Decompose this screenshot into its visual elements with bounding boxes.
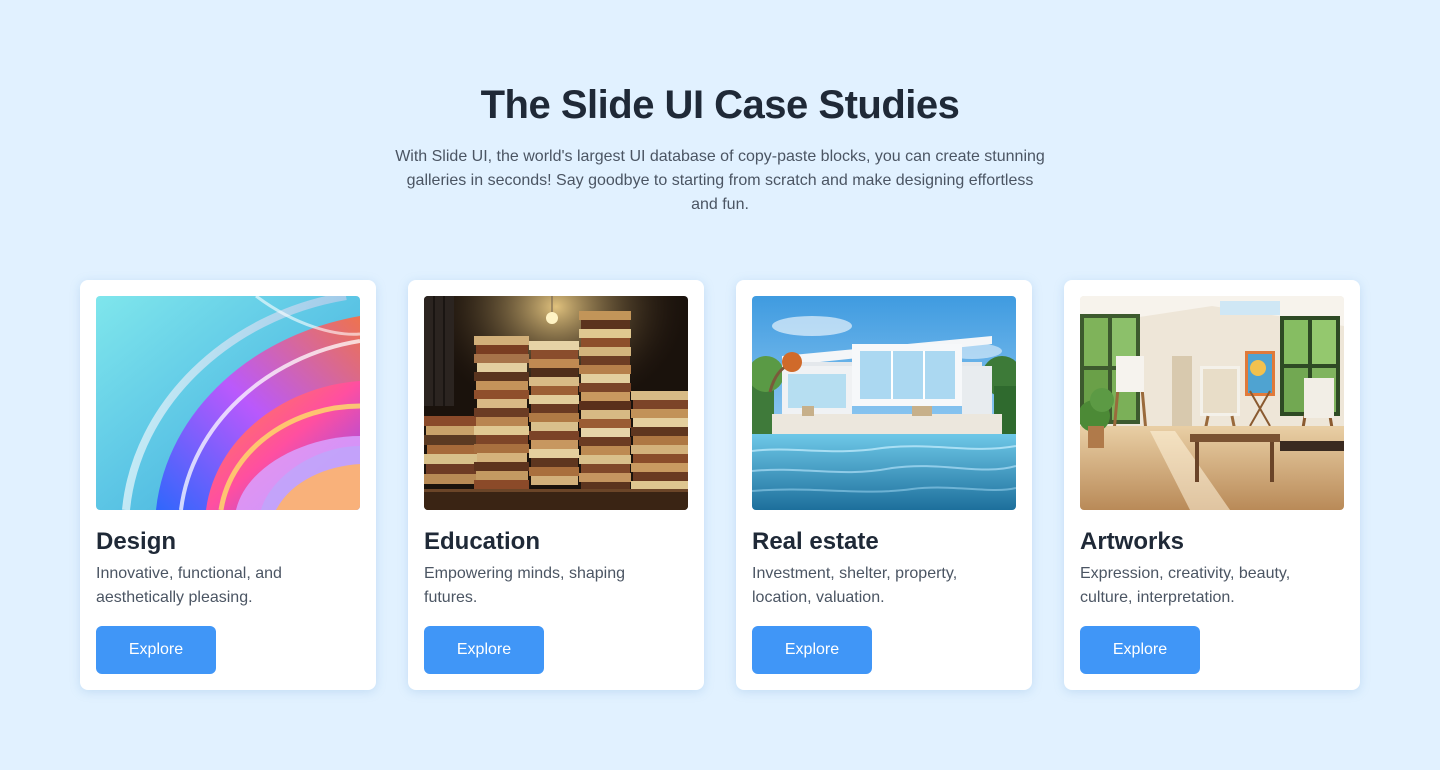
card-title: Education <box>424 528 541 555</box>
explore-button-artworks[interactable]: Explore <box>1080 626 1200 674</box>
page-title: The Slide UI Case Studies <box>480 83 960 127</box>
art-studio-image <box>1080 296 1344 510</box>
abstract-glass-swirl-image <box>96 296 360 510</box>
card-title: Design <box>96 528 177 555</box>
case-study-card-design: Design Innovative, functional, and aesth… <box>80 280 376 690</box>
modern-villa-pool-image <box>752 296 1016 510</box>
case-study-card-real-estate: Real estate Investment, shelter, propert… <box>736 280 1032 690</box>
page-subtitle: With Slide UI, the world's largest UI da… <box>395 148 1045 213</box>
card-description: Innovative, functional, and aestheticall… <box>96 565 282 606</box>
card-description: Empowering minds, shaping futures. <box>424 565 625 606</box>
case-study-card-education: Education Empowering minds, shaping futu… <box>408 280 704 690</box>
card-title: Artworks <box>1080 528 1185 555</box>
card-description: Expression, creativity, beauty, culture,… <box>1080 565 1291 606</box>
card-title: Real estate <box>752 528 879 555</box>
explore-button-real-estate[interactable]: Explore <box>752 626 872 674</box>
case-study-card-artworks: Artworks Expression, creativity, beauty,… <box>1064 280 1360 690</box>
case-study-cards: Design Innovative, functional, and aesth… <box>80 280 1360 690</box>
explore-button-design[interactable]: Explore <box>96 626 216 674</box>
explore-button-education[interactable]: Explore <box>424 626 544 674</box>
card-description: Investment, shelter, property, location,… <box>752 565 958 606</box>
stacked-books-image <box>424 296 688 510</box>
